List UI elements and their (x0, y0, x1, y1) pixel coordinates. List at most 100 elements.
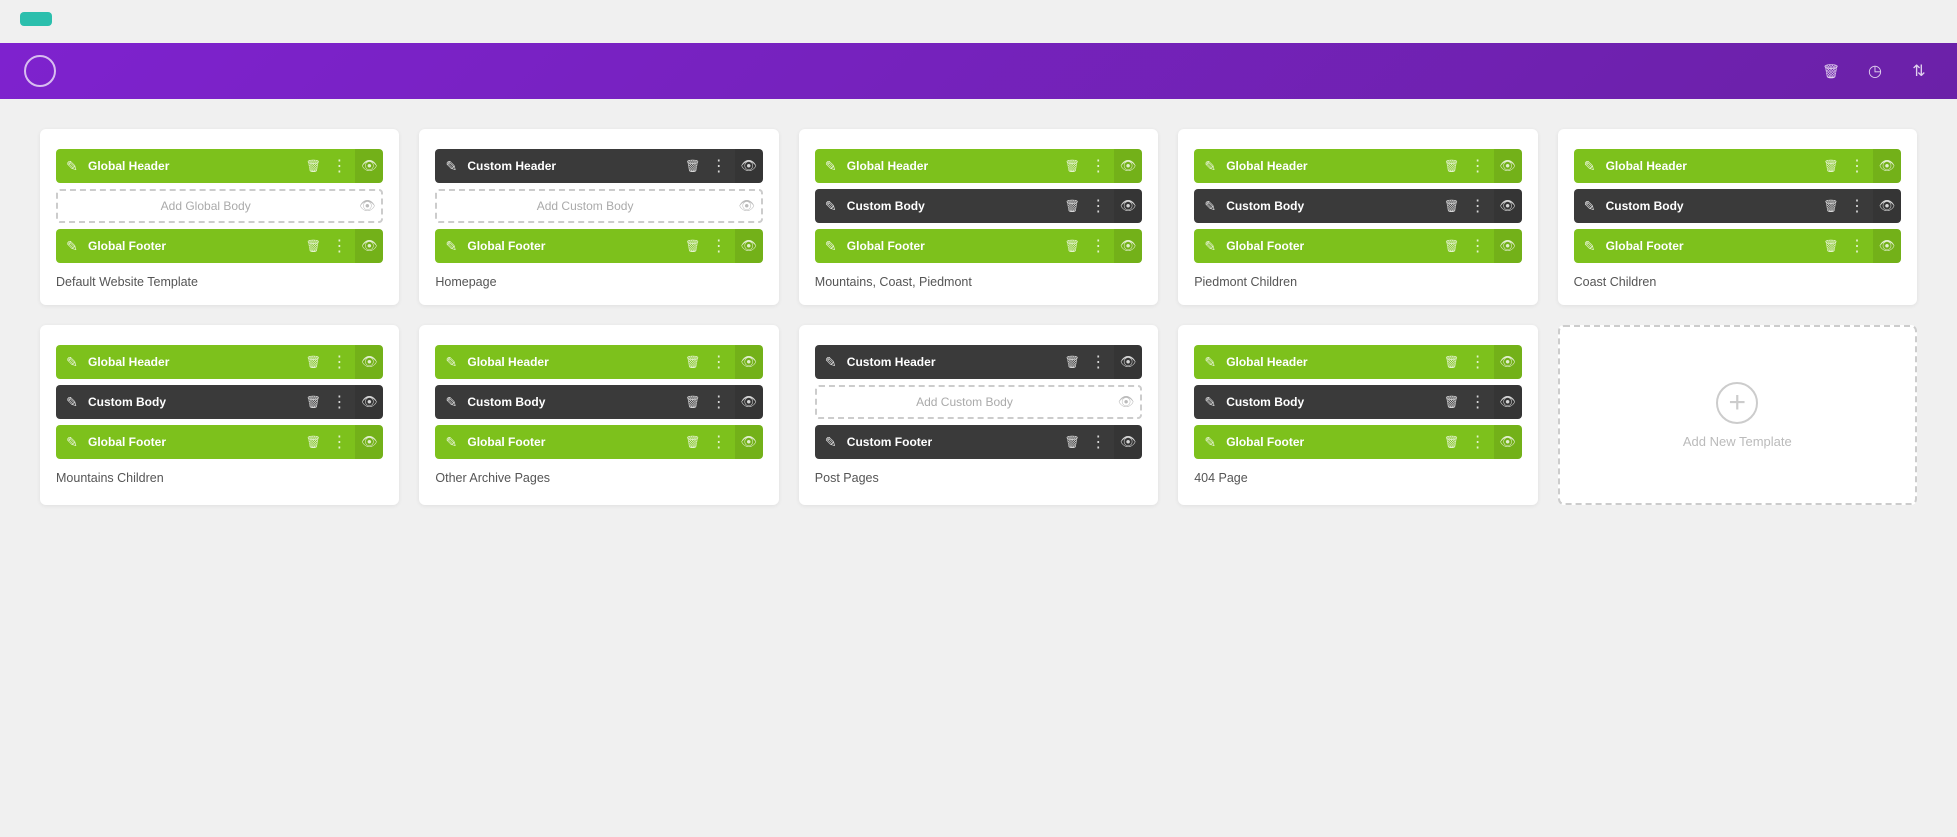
template-row-empty[interactable]: Add Global Body👁 (56, 189, 383, 223)
trash-icon[interactable]: 🗑 (1060, 430, 1084, 454)
eye-icon[interactable]: 👁 (1114, 425, 1142, 459)
trash-icon[interactable]: 🗑 (1060, 154, 1084, 178)
edit-icon[interactable]: ✎ (435, 345, 467, 379)
trash-icon[interactable]: 🗑 (1060, 234, 1084, 258)
trash-icon[interactable]: 🗑 (301, 350, 325, 374)
edit-icon[interactable]: ✎ (435, 385, 467, 419)
eye-icon[interactable]: 👁 (1112, 385, 1140, 419)
edit-icon[interactable]: ✎ (56, 425, 88, 459)
more-options-icon[interactable]: ⋮ (707, 430, 731, 454)
trash-icon[interactable]: 🗑 (1060, 194, 1084, 218)
more-options-icon[interactable]: ⋮ (707, 234, 731, 258)
eye-icon[interactable]: 👁 (735, 345, 763, 379)
more-options-icon[interactable]: ⋮ (1466, 350, 1490, 374)
more-options-icon[interactable]: ⋮ (707, 154, 731, 178)
template-row-empty[interactable]: Add Custom Body👁 (435, 189, 762, 223)
eye-icon[interactable]: 👁 (1114, 149, 1142, 183)
eye-icon[interactable]: 👁 (1114, 345, 1142, 379)
template-row-empty[interactable]: Add Custom Body👁 (815, 385, 1142, 419)
more-options-icon[interactable]: ⋮ (327, 234, 351, 258)
trash-icon[interactable]: 🗑 (681, 390, 705, 414)
trash-icon[interactable]: 🗑 (681, 430, 705, 454)
eye-icon[interactable]: 👁 (1114, 189, 1142, 223)
edit-icon[interactable]: ✎ (1194, 425, 1226, 459)
edit-icon[interactable]: ✎ (435, 229, 467, 263)
more-options-icon[interactable]: ⋮ (1845, 234, 1869, 258)
add-new-template-card[interactable]: +Add New Template (1558, 325, 1917, 505)
eye-icon[interactable]: 👁 (353, 189, 381, 223)
edit-icon[interactable]: ✎ (815, 345, 847, 379)
trash-icon[interactable]: 🗑 (1440, 390, 1464, 414)
more-options-icon[interactable]: ⋮ (1466, 390, 1490, 414)
edit-icon[interactable]: ✎ (815, 425, 847, 459)
edit-icon[interactable]: ✎ (815, 229, 847, 263)
trash-icon[interactable]: 🗑 (301, 430, 325, 454)
settings-icon[interactable] (1905, 57, 1933, 85)
trash-icon[interactable]: 🗑 (1440, 154, 1464, 178)
more-options-icon[interactable]: ⋮ (1466, 154, 1490, 178)
trash-icon[interactable]: 🗑 (681, 234, 705, 258)
eye-icon[interactable]: 👁 (355, 149, 383, 183)
more-options-icon[interactable]: ⋮ (1466, 194, 1490, 218)
trash-icon[interactable]: 🗑 (1060, 350, 1084, 374)
more-options-icon[interactable]: ⋮ (1845, 194, 1869, 218)
more-options-icon[interactable]: ⋮ (707, 390, 731, 414)
eye-icon[interactable]: 👁 (355, 425, 383, 459)
eye-icon[interactable]: 👁 (1114, 229, 1142, 263)
more-options-icon[interactable]: ⋮ (1466, 430, 1490, 454)
trash-icon[interactable]: 🗑 (1440, 194, 1464, 218)
more-options-icon[interactable]: ⋮ (327, 350, 351, 374)
trash-icon[interactable]: 🗑 (1819, 154, 1843, 178)
eye-icon[interactable]: 👁 (1873, 229, 1901, 263)
trash-icon[interactable]: 🗑 (681, 154, 705, 178)
more-options-icon[interactable]: ⋮ (327, 390, 351, 414)
edit-icon[interactable]: ✎ (1194, 229, 1226, 263)
trash-icon[interactable]: 🗑 (1440, 234, 1464, 258)
edit-icon[interactable]: ✎ (1194, 385, 1226, 419)
eye-icon[interactable]: 👁 (1494, 189, 1522, 223)
eye-icon[interactable]: 👁 (735, 149, 763, 183)
more-options-icon[interactable]: ⋮ (327, 430, 351, 454)
more-options-icon[interactable]: ⋮ (1086, 350, 1110, 374)
more-options-icon[interactable]: ⋮ (1086, 194, 1110, 218)
trash-icon[interactable]: 🗑 (681, 350, 705, 374)
more-options-icon[interactable]: ⋮ (1086, 234, 1110, 258)
edit-icon[interactable]: ✎ (56, 229, 88, 263)
more-options-icon[interactable]: ⋮ (327, 154, 351, 178)
edit-icon[interactable]: ✎ (1194, 345, 1226, 379)
eye-icon[interactable]: 👁 (735, 425, 763, 459)
eye-icon[interactable]: 👁 (1494, 425, 1522, 459)
edit-icon[interactable]: ✎ (1574, 149, 1606, 183)
edit-icon[interactable]: ✎ (815, 149, 847, 183)
edit-icon[interactable]: ✎ (815, 189, 847, 223)
edit-icon[interactable]: ✎ (435, 149, 467, 183)
edit-icon[interactable]: ✎ (1574, 229, 1606, 263)
edit-icon[interactable]: ✎ (56, 149, 88, 183)
more-options-icon[interactable]: ⋮ (1466, 234, 1490, 258)
eye-icon[interactable]: 👁 (355, 345, 383, 379)
trash-icon[interactable]: 🗑 (301, 154, 325, 178)
eye-icon[interactable]: 👁 (1494, 149, 1522, 183)
trash-icon[interactable]: 🗑 (301, 390, 325, 414)
eye-icon[interactable]: 👁 (733, 189, 761, 223)
trash-icon[interactable]: 🗑 (301, 234, 325, 258)
eye-icon[interactable]: 👁 (1494, 229, 1522, 263)
history-icon[interactable] (1861, 57, 1889, 85)
eye-icon[interactable]: 👁 (1873, 189, 1901, 223)
eye-icon[interactable]: 👁 (1494, 345, 1522, 379)
edit-icon[interactable]: ✎ (56, 345, 88, 379)
trash-icon[interactable] (1817, 57, 1845, 85)
more-options-icon[interactable]: ⋮ (1086, 154, 1110, 178)
more-options-icon[interactable]: ⋮ (1086, 430, 1110, 454)
edit-icon[interactable]: ✎ (56, 385, 88, 419)
trash-icon[interactable]: 🗑 (1440, 350, 1464, 374)
more-options-icon[interactable]: ⋮ (707, 350, 731, 374)
eye-icon[interactable]: 👁 (735, 229, 763, 263)
eye-icon[interactable]: 👁 (1873, 149, 1901, 183)
trash-icon[interactable]: 🗑 (1819, 194, 1843, 218)
trash-icon[interactable]: 🗑 (1440, 430, 1464, 454)
eye-icon[interactable]: 👁 (355, 229, 383, 263)
edit-icon[interactable]: ✎ (1574, 189, 1606, 223)
edit-icon[interactable]: ✎ (1194, 189, 1226, 223)
edit-icon[interactable]: ✎ (435, 425, 467, 459)
